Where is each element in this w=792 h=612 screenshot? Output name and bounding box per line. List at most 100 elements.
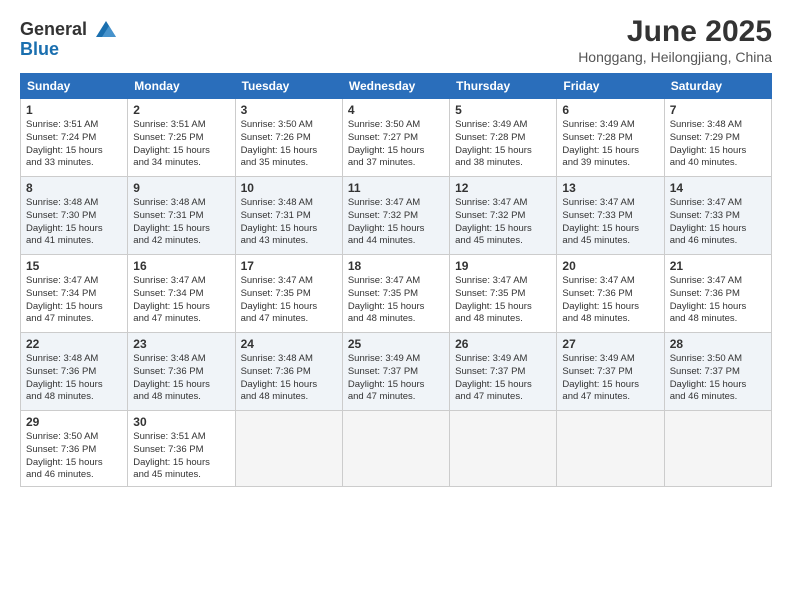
day-info: Sunrise: 3:47 AMSunset: 7:35 PMDaylight:…	[348, 275, 444, 326]
table-row: 5 Sunrise: 3:49 AMSunset: 7:28 PMDaylight…	[450, 99, 557, 177]
table-row: 16 Sunrise: 3:47 AMSunset: 7:34 PMDayligh…	[128, 255, 235, 333]
day-number: 15	[26, 259, 122, 273]
day-info: Sunrise: 3:47 AMSunset: 7:34 PMDaylight:…	[133, 275, 229, 326]
day-number: 28	[670, 337, 766, 351]
day-info: Sunrise: 3:50 AMSunset: 7:36 PMDaylight:…	[26, 431, 122, 482]
day-info: Sunrise: 3:49 AMSunset: 7:28 PMDaylight:…	[562, 119, 658, 170]
table-row	[557, 411, 664, 487]
table-row: 20 Sunrise: 3:47 AMSunset: 7:36 PMDayligh…	[557, 255, 664, 333]
table-row: 22 Sunrise: 3:48 AMSunset: 7:36 PMDayligh…	[21, 333, 128, 411]
day-number: 10	[241, 181, 337, 195]
col-tuesday: Tuesday	[235, 74, 342, 99]
day-info: Sunrise: 3:47 AMSunset: 7:32 PMDaylight:…	[348, 197, 444, 248]
table-row: 21 Sunrise: 3:47 AMSunset: 7:36 PMDayligh…	[664, 255, 771, 333]
day-number: 14	[670, 181, 766, 195]
day-info: Sunrise: 3:47 AMSunset: 7:32 PMDaylight:…	[455, 197, 551, 248]
table-row: 15 Sunrise: 3:47 AMSunset: 7:34 PMDayligh…	[21, 255, 128, 333]
month-title: June 2025	[578, 15, 772, 49]
col-thursday: Thursday	[450, 74, 557, 99]
day-info: Sunrise: 3:48 AMSunset: 7:36 PMDaylight:…	[133, 353, 229, 404]
table-row: 17 Sunrise: 3:47 AMSunset: 7:35 PMDayligh…	[235, 255, 342, 333]
table-row	[235, 411, 342, 487]
day-number: 4	[348, 103, 444, 117]
day-number: 25	[348, 337, 444, 351]
table-row: 1 Sunrise: 3:51 AMSunset: 7:24 PMDaylight…	[21, 99, 128, 177]
header: General Blue June 2025 Honggang, Heilong…	[20, 15, 772, 65]
table-row	[664, 411, 771, 487]
day-number: 8	[26, 181, 122, 195]
location: Honggang, Heilongjiang, China	[578, 49, 772, 65]
day-info: Sunrise: 3:49 AMSunset: 7:28 PMDaylight:…	[455, 119, 551, 170]
table-row: 10Sunrise: 3:48 AMSunset: 7:31 PMDayligh…	[235, 177, 342, 255]
day-number: 29	[26, 415, 122, 429]
day-info: Sunrise: 3:47 AMSunset: 7:34 PMDaylight:…	[26, 275, 122, 326]
day-number: 9	[133, 181, 229, 195]
table-row: 23 Sunrise: 3:48 AMSunset: 7:36 PMDayligh…	[128, 333, 235, 411]
day-number: 7	[670, 103, 766, 117]
table-row: 28 Sunrise: 3:50 AMSunset: 7:37 PMDayligh…	[664, 333, 771, 411]
day-number: 22	[26, 337, 122, 351]
calendar-header-row: Sunday Monday Tuesday Wednesday Thursday…	[21, 74, 772, 99]
day-info: Sunrise: 3:47 AMSunset: 7:33 PMDaylight:…	[562, 197, 658, 248]
logo-icon	[92, 15, 120, 43]
day-number: 3	[241, 103, 337, 117]
title-block: June 2025 Honggang, Heilongjiang, China	[578, 15, 772, 65]
day-info: Sunrise: 3:47 AMSunset: 7:36 PMDaylight:…	[670, 275, 766, 326]
day-number: 11	[348, 181, 444, 195]
day-info: Sunrise: 3:50 AMSunset: 7:26 PMDaylight:…	[241, 119, 337, 170]
day-number: 2	[133, 103, 229, 117]
table-row	[342, 411, 449, 487]
table-row: 29 Sunrise: 3:50 AMSunset: 7:36 PMDayligh…	[21, 411, 128, 487]
day-number: 5	[455, 103, 551, 117]
table-row: 11 Sunrise: 3:47 AMSunset: 7:32 PMDayligh…	[342, 177, 449, 255]
day-number: 13	[562, 181, 658, 195]
day-info: Sunrise: 3:48 AMSunset: 7:36 PMDaylight:…	[26, 353, 122, 404]
logo: General Blue	[20, 15, 120, 60]
table-row: 2 Sunrise: 3:51 AMSunset: 7:25 PMDaylight…	[128, 99, 235, 177]
day-number: 20	[562, 259, 658, 273]
table-row: 19Sunrise: 3:47 AMSunset: 7:35 PMDayligh…	[450, 255, 557, 333]
day-number: 16	[133, 259, 229, 273]
table-row: 27Sunrise: 3:49 AMSunset: 7:37 PMDayligh…	[557, 333, 664, 411]
day-info: Sunrise: 3:51 AMSunset: 7:24 PMDaylight:…	[26, 119, 122, 170]
calendar-table: Sunday Monday Tuesday Wednesday Thursday…	[20, 73, 772, 487]
table-row: 6Sunrise: 3:49 AMSunset: 7:28 PMDaylight…	[557, 99, 664, 177]
day-info: Sunrise: 3:51 AMSunset: 7:25 PMDaylight:…	[133, 119, 229, 170]
table-row: 30Sunrise: 3:51 AMSunset: 7:36 PMDayligh…	[128, 411, 235, 487]
day-info: Sunrise: 3:48 AMSunset: 7:36 PMDaylight:…	[241, 353, 337, 404]
day-number: 21	[670, 259, 766, 273]
day-info: Sunrise: 3:48 AMSunset: 7:29 PMDaylight:…	[670, 119, 766, 170]
col-monday: Monday	[128, 74, 235, 99]
table-row: 12 Sunrise: 3:47 AMSunset: 7:32 PMDayligh…	[450, 177, 557, 255]
col-wednesday: Wednesday	[342, 74, 449, 99]
col-friday: Friday	[557, 74, 664, 99]
day-number: 24	[241, 337, 337, 351]
day-info: Sunrise: 3:50 AMSunset: 7:37 PMDaylight:…	[670, 353, 766, 404]
table-row: 14 Sunrise: 3:47 AMSunset: 7:33 PMDayligh…	[664, 177, 771, 255]
day-info: Sunrise: 3:47 AMSunset: 7:33 PMDaylight:…	[670, 197, 766, 248]
col-sunday: Sunday	[21, 74, 128, 99]
day-info: Sunrise: 3:49 AMSunset: 7:37 PMDaylight:…	[455, 353, 551, 404]
day-number: 23	[133, 337, 229, 351]
table-row: 26Sunrise: 3:49 AMSunset: 7:37 PMDayligh…	[450, 333, 557, 411]
day-info: Sunrise: 3:50 AMSunset: 7:27 PMDaylight:…	[348, 119, 444, 170]
table-row: 24 Sunrise: 3:48 AMSunset: 7:36 PMDayligh…	[235, 333, 342, 411]
day-info: Sunrise: 3:48 AMSunset: 7:30 PMDaylight:…	[26, 197, 122, 248]
day-number: 17	[241, 259, 337, 273]
table-row: 7 Sunrise: 3:48 AMSunset: 7:29 PMDaylight…	[664, 99, 771, 177]
table-row: 13 Sunrise: 3:47 AMSunset: 7:33 PMDayligh…	[557, 177, 664, 255]
day-number: 12	[455, 181, 551, 195]
page: General Blue June 2025 Honggang, Heilong…	[0, 0, 792, 612]
col-saturday: Saturday	[664, 74, 771, 99]
day-info: Sunrise: 3:47 AMSunset: 7:35 PMDaylight:…	[455, 275, 551, 326]
table-row: 9 Sunrise: 3:48 AMSunset: 7:31 PMDaylight…	[128, 177, 235, 255]
day-number: 1	[26, 103, 122, 117]
logo-general-text: General	[20, 19, 87, 40]
day-info: Sunrise: 3:48 AMSunset: 7:31 PMDaylight:…	[133, 197, 229, 248]
table-row: 25Sunrise: 3:49 AMSunset: 7:37 PMDayligh…	[342, 333, 449, 411]
table-row	[450, 411, 557, 487]
day-number: 27	[562, 337, 658, 351]
day-info: Sunrise: 3:47 AMSunset: 7:35 PMDaylight:…	[241, 275, 337, 326]
table-row: 8 Sunrise: 3:48 AMSunset: 7:30 PMDaylight…	[21, 177, 128, 255]
day-info: Sunrise: 3:47 AMSunset: 7:36 PMDaylight:…	[562, 275, 658, 326]
